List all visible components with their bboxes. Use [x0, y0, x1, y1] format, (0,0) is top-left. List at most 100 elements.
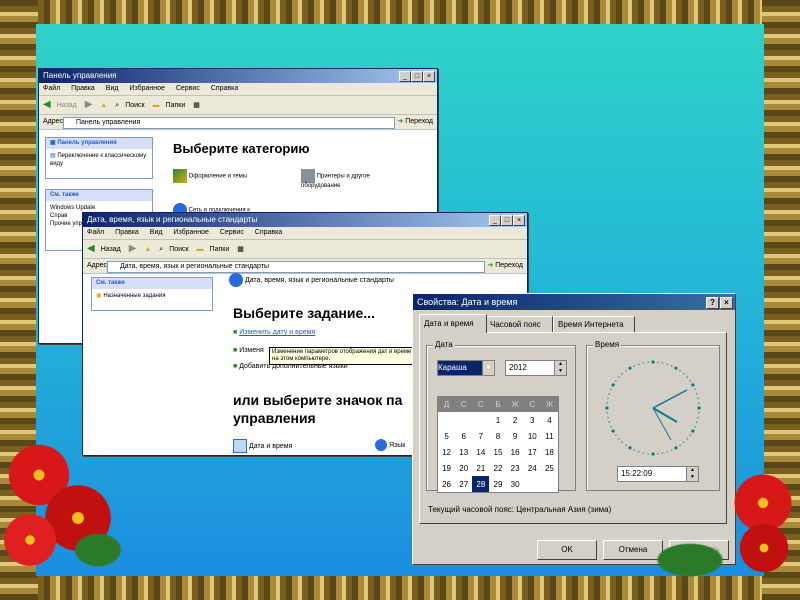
datetime-icon-item[interactable]: Дата и время	[233, 439, 292, 453]
calendar-day[interactable]: 12	[438, 444, 455, 460]
menu-tools[interactable]: Сервис	[220, 229, 244, 236]
menu-help[interactable]: Справка	[211, 85, 238, 92]
see-also-item[interactable]: Windows Update	[50, 204, 148, 212]
task-link[interactable]: ■ Изменить дату и время	[233, 329, 315, 336]
calendar-day[interactable]: 18	[541, 444, 558, 460]
calendar-day[interactable]	[455, 412, 472, 428]
minimize-button[interactable]: _	[399, 71, 411, 82]
calendar-day[interactable]: 21	[472, 460, 489, 476]
calendar-day[interactable]	[438, 412, 455, 428]
search-button[interactable]: Поиск	[169, 246, 188, 253]
maximize-button[interactable]: □	[501, 215, 513, 226]
calendar-day[interactable]: 20	[455, 460, 472, 476]
calendar-day[interactable]: 9	[507, 428, 524, 444]
back-icon[interactable]: ◀	[87, 243, 95, 254]
menu-edit[interactable]: Правка	[115, 229, 139, 236]
calendar-day[interactable]: 2	[507, 412, 524, 428]
clock-tick	[651, 452, 655, 456]
up-folder-icon[interactable]: ▲	[100, 102, 107, 109]
calendar-day[interactable]: 3	[524, 412, 541, 428]
menu-view[interactable]: Вид	[150, 229, 163, 236]
menu-file[interactable]: Файл	[87, 229, 104, 236]
calendar-day[interactable]: 19	[438, 460, 455, 476]
back-button[interactable]: Назад	[57, 102, 77, 109]
address-input[interactable]: Панель управления	[63, 117, 395, 129]
menu-favorites[interactable]: Избранное	[129, 85, 164, 92]
folders-button[interactable]: Папки	[166, 102, 186, 109]
weekday-label: С	[455, 397, 473, 412]
calendar-day[interactable]	[524, 476, 541, 492]
category-item[interactable]: Принтеры и другое оборудование	[301, 169, 391, 189]
calendar-day[interactable]: 6	[455, 428, 472, 444]
calendar-day[interactable]: 24	[524, 460, 541, 476]
task-link[interactable]: ■ Изменя	[233, 347, 264, 354]
calendar-day[interactable]: 1	[489, 412, 506, 428]
tab-internet-time[interactable]: Время Интернета	[553, 316, 635, 332]
forward-icon[interactable]: ▶	[85, 99, 93, 110]
close-button[interactable]: ×	[720, 297, 733, 309]
search-button[interactable]: Поиск	[125, 102, 144, 109]
clock-tick	[628, 366, 632, 370]
address-input[interactable]: Дата, время, язык и региональные стандар…	[107, 261, 485, 273]
go-arrow-icon: ➔	[397, 118, 404, 125]
calendar-day[interactable]: 5	[438, 428, 455, 444]
tab-date-time[interactable]: Дата и время	[419, 314, 487, 333]
calendar-day-selected[interactable]: 28	[472, 476, 490, 492]
minimize-button[interactable]: _	[489, 215, 501, 226]
up-folder-icon[interactable]: ▲	[144, 246, 151, 253]
folders-button[interactable]: Папки	[210, 246, 230, 253]
close-button[interactable]: ×	[513, 215, 525, 226]
search-icon[interactable]: ⌕	[159, 246, 163, 253]
calendar-day[interactable]: 16	[507, 444, 524, 460]
views-icon[interactable]: ▦	[237, 246, 244, 253]
menu-edit[interactable]: Правка	[71, 85, 95, 92]
back-button[interactable]: Назад	[101, 246, 121, 253]
time-spin-arrows-icon[interactable]: ▲ ▼	[686, 467, 698, 481]
switch-view-link[interactable]: ▤ Переключение к классическому виду	[46, 149, 152, 171]
menu-view[interactable]: Вид	[106, 85, 119, 92]
maximize-button[interactable]: □	[411, 71, 423, 82]
tab-time-zone[interactable]: Часовой пояс	[485, 316, 553, 332]
calendar-day[interactable]: 30	[507, 476, 524, 492]
menu-favorites[interactable]: Избранное	[173, 229, 208, 236]
calendar-day[interactable]: 11	[541, 428, 558, 444]
menu-tools[interactable]: Сервис	[176, 85, 200, 92]
go-button[interactable]: ➔ Переход	[487, 259, 523, 273]
calendar-day[interactable]: 7	[472, 428, 489, 444]
close-button[interactable]: ×	[423, 71, 435, 82]
folders-icon[interactable]: ▬	[197, 246, 204, 253]
scheduled-tasks-link[interactable]: ▣ Назначенные задания	[92, 289, 212, 303]
calendar-day[interactable]: 27	[455, 476, 472, 492]
month-select[interactable]: Караша ▼	[437, 360, 495, 376]
forward-icon[interactable]: ▶	[129, 243, 137, 254]
views-icon[interactable]: ▦	[193, 102, 200, 109]
back-icon[interactable]: ◀	[43, 99, 51, 110]
calendar-day[interactable]: 14	[472, 444, 489, 460]
language-icon-item[interactable]: Язык	[375, 439, 405, 451]
search-icon[interactable]: ⌕	[115, 102, 119, 109]
year-spinner[interactable]: 2012 ▲ ▼	[505, 360, 567, 376]
menu-file[interactable]: Файл	[43, 85, 60, 92]
menu-help[interactable]: Справка	[255, 229, 282, 236]
calendar-day[interactable]: 22	[489, 460, 506, 476]
time-input[interactable]: 15:22:09 ▲ ▼	[617, 466, 699, 482]
year-spin-arrows-icon[interactable]: ▲ ▼	[554, 361, 566, 375]
calendar-day[interactable]: 29	[489, 476, 506, 492]
calendar-day[interactable]	[541, 476, 558, 492]
help-button[interactable]: ?	[706, 297, 719, 309]
calendar-day[interactable]: 13	[455, 444, 472, 460]
calendar-day[interactable]: 26	[438, 476, 455, 492]
go-button[interactable]: ➔ Переход	[397, 115, 433, 129]
calendar-day[interactable]	[472, 412, 489, 428]
calendar-day[interactable]: 15	[489, 444, 506, 460]
calendar-day[interactable]: 10	[524, 428, 541, 444]
chevron-down-icon[interactable]: ▼	[482, 361, 494, 375]
calendar-day[interactable]: 17	[524, 444, 541, 460]
ok-button[interactable]: OK	[537, 540, 597, 560]
folders-icon[interactable]: ▬	[153, 102, 160, 109]
calendar-day[interactable]: 25	[541, 460, 558, 476]
category-item[interactable]: Оформление и темы	[173, 169, 247, 183]
calendar-day[interactable]: 4	[541, 412, 558, 428]
calendar-day[interactable]: 23	[507, 460, 524, 476]
calendar-day[interactable]: 8	[489, 428, 506, 444]
